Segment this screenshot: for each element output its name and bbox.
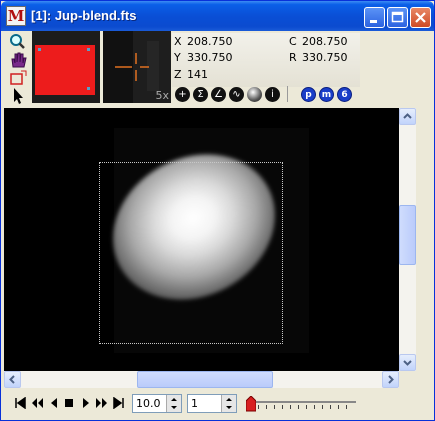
slider-tick	[322, 405, 323, 409]
waveform-icon: ∿	[232, 89, 241, 100]
slider-tick	[314, 405, 315, 409]
slider-tick	[298, 405, 299, 409]
thumbnail-view-region[interactable]	[35, 45, 95, 95]
sphere-button[interactable]	[247, 87, 262, 102]
scroll-corner	[399, 371, 416, 388]
last-frame-icon[interactable]	[113, 397, 125, 409]
image-canvas[interactable]	[4, 108, 399, 371]
speed-stepper[interactable]: 10.0	[132, 394, 182, 413]
sigma-icon: Σ	[197, 89, 204, 100]
pan-tool[interactable]	[8, 51, 28, 69]
hand-pan-icon	[11, 52, 27, 68]
scroll-up-button[interactable]	[399, 108, 416, 125]
chevron-right-icon	[388, 375, 394, 384]
slider-tick	[258, 405, 259, 409]
minimize-icon	[370, 20, 377, 23]
maximize-button[interactable]	[387, 7, 408, 28]
thumbnail-marker	[87, 48, 90, 51]
first-frame-icon[interactable]	[14, 397, 26, 409]
zoom-factor: 5x	[155, 89, 169, 102]
region-select-icon	[10, 70, 27, 85]
chevron-up-icon	[403, 113, 412, 119]
c-label: C	[289, 35, 297, 48]
magnifier-view: 5x	[103, 31, 171, 103]
slider-thumb-icon	[245, 395, 257, 412]
window-title: [1]: Jup-blend.fts	[31, 8, 137, 23]
scroll-left-button[interactable]	[4, 371, 21, 388]
speed-value[interactable]: 10.0	[136, 397, 161, 410]
zoom-tool[interactable]	[8, 33, 28, 51]
thumbnail-marker	[87, 87, 90, 90]
maximize-icon	[391, 11, 404, 23]
chevron-down-icon	[403, 360, 412, 366]
y-value: 330.750	[187, 51, 233, 64]
frame-stepper[interactable]: 1	[187, 394, 237, 413]
slider-tick	[282, 405, 283, 409]
slider-tick	[306, 405, 307, 409]
slider-tick	[290, 405, 291, 409]
graph-button[interactable]: ∠	[211, 87, 226, 102]
fast-forward-icon[interactable]	[96, 397, 108, 409]
frame-stepper-arrows[interactable]	[221, 395, 236, 412]
slider-tick	[266, 405, 267, 409]
up-down-icon	[171, 398, 177, 409]
slider-tick	[346, 405, 347, 409]
zoom-magnifier-icon	[10, 34, 25, 49]
up-down-icon	[226, 398, 232, 409]
vertical-scrollbar[interactable]	[399, 108, 416, 371]
crosshair-icon: +	[178, 89, 187, 100]
info-icon: i	[271, 89, 274, 100]
x-value: 208.750	[187, 35, 233, 48]
vertical-scroll-thumb[interactable]	[399, 205, 416, 265]
c-value: 208.750	[302, 35, 348, 48]
thumbnail-panner[interactable]	[32, 31, 100, 103]
info-button[interactable]: i	[265, 87, 280, 102]
stop-icon[interactable]	[63, 397, 75, 409]
rewind-icon[interactable]	[31, 397, 43, 409]
x-label: X	[174, 35, 182, 48]
pointer-arrow-icon	[14, 88, 23, 104]
panel-button-p[interactable]: p	[301, 87, 316, 102]
r-label: R	[289, 51, 297, 64]
region-tool[interactable]	[8, 69, 28, 87]
z-value: 141	[187, 68, 208, 81]
chevron-left-icon	[9, 375, 15, 384]
slider-tick	[338, 405, 339, 409]
waveform-button[interactable]: ∿	[229, 87, 244, 102]
horizontal-scroll-thumb[interactable]	[137, 371, 273, 388]
step-back-icon[interactable]	[48, 397, 60, 409]
slider-tick	[274, 405, 275, 409]
panel-button-m[interactable]: m	[319, 87, 334, 102]
frame-slider-track[interactable]	[246, 401, 356, 403]
slider-tick	[330, 405, 331, 409]
app-logo: M	[6, 6, 26, 26]
title-bar[interactable]: M [1]: Jup-blend.fts	[1, 1, 434, 31]
r-value: 330.750	[302, 51, 348, 64]
statistics-button[interactable]: Σ	[193, 87, 208, 102]
scroll-down-button[interactable]	[399, 354, 416, 371]
close-button[interactable]	[410, 7, 431, 28]
crosshair-button[interactable]: +	[175, 87, 190, 102]
close-icon	[415, 12, 426, 23]
scroll-right-button[interactable]	[382, 371, 399, 388]
play-icon[interactable]	[80, 397, 92, 409]
minimize-button[interactable]	[364, 7, 385, 28]
selection-region[interactable]	[99, 162, 283, 344]
pointer-tool[interactable]	[8, 87, 28, 105]
frame-value[interactable]: 1	[191, 397, 198, 410]
speed-stepper-arrows[interactable]	[166, 395, 181, 412]
y-label: Y	[174, 51, 181, 64]
thumbnail-marker	[38, 48, 41, 51]
frame-slider-thumb[interactable]	[245, 395, 257, 412]
horizontal-scrollbar[interactable]	[4, 371, 399, 388]
divider	[287, 86, 288, 102]
panel-button-6[interactable]: 6	[337, 87, 352, 102]
graph-icon: ∠	[214, 89, 223, 100]
z-label: Z	[174, 68, 182, 81]
